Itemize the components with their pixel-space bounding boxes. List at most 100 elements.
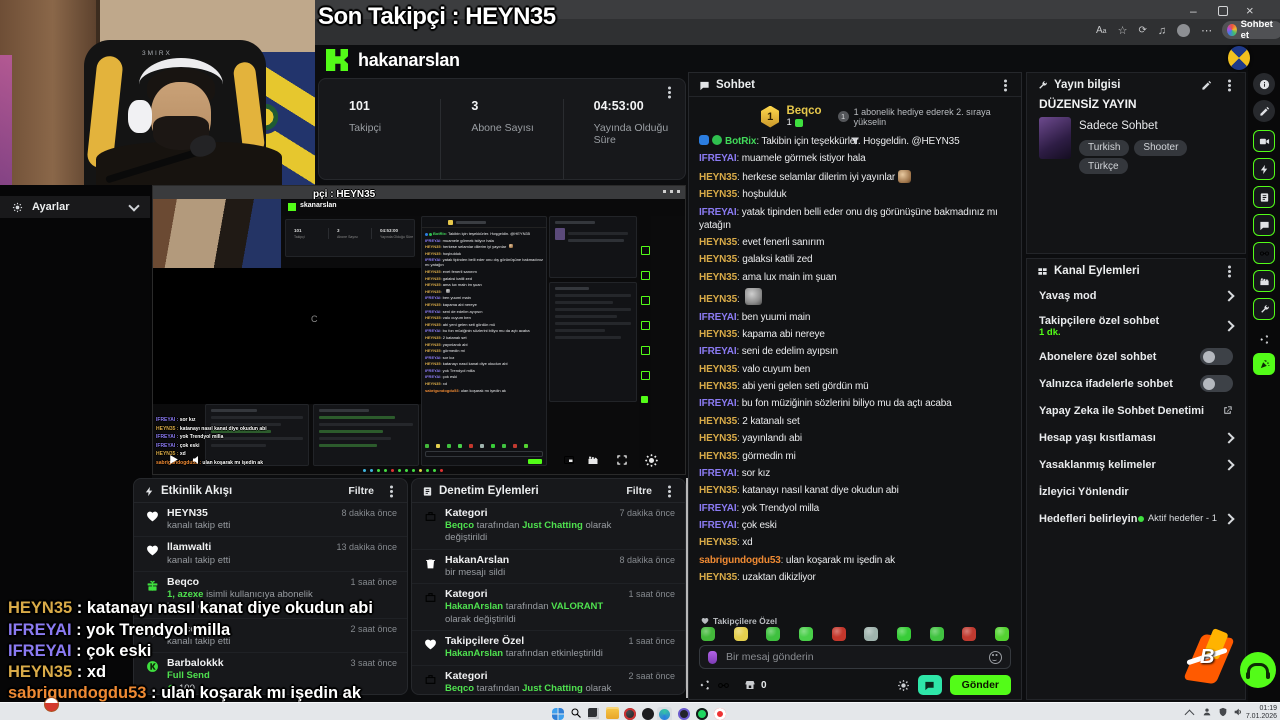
player-settings-icon[interactable]	[644, 453, 659, 468]
chat-input[interactable]: Bir mesaj gönderin	[699, 645, 1011, 669]
player-pip-icon[interactable]	[563, 454, 575, 466]
window-minimize-button[interactable]: –	[1190, 4, 1197, 18]
poll-icon[interactable]	[1253, 186, 1275, 208]
notification-badge	[44, 697, 59, 712]
player-fullscreen-icon[interactable]	[615, 453, 629, 467]
chat-username: IFREYAI	[699, 311, 737, 323]
channel-action-takip-ilere-zel-sohbet[interactable]: Takipçilere özel sohbet 1 dk.	[1027, 309, 1245, 343]
botrix-button[interactable]	[917, 675, 942, 695]
taskbar-app-dark[interactable]	[642, 708, 654, 720]
bolt-icon[interactable]	[1253, 158, 1275, 180]
chat-username: HEYN35	[699, 363, 738, 375]
stream-preview-player[interactable]: pçi : HEYN35 skanarslan 101 Takipçi 3 Abone…	[152, 185, 686, 475]
action-label: İzleyici Yönlendir	[1039, 485, 1129, 498]
taskbar-spotify[interactable]	[696, 708, 708, 720]
edit-icon[interactable]	[1253, 100, 1275, 122]
edit-stream-info-icon[interactable]	[1201, 80, 1212, 91]
moderation-menu-icon[interactable]	[668, 489, 671, 493]
cam-icon[interactable]	[1253, 130, 1275, 152]
channel-action-yaln-zca-ifadelerle-sohbet[interactable]: Yalnızca ifadelerle sohbet	[1027, 370, 1245, 397]
identity-icon[interactable]	[699, 679, 711, 691]
emote-angry-book[interactable]	[831, 627, 846, 641]
category-name[interactable]: Sadece Sohbet	[1079, 120, 1233, 132]
browser-menu-icon[interactable]: ⋯	[1201, 24, 1212, 37]
overlay-username: sabrigundogdu53	[8, 684, 152, 702]
share-icon[interactable]	[1253, 328, 1275, 350]
identity-emote-icon[interactable]	[708, 650, 717, 664]
emote-grin[interactable]	[929, 627, 944, 641]
send-button[interactable]: Gönder	[949, 675, 1011, 695]
channel-action-hesap-ya-k-s-tlamas-[interactable]: Hesap yaşı kısıtlaması	[1027, 424, 1245, 451]
taskbar-file-explorer[interactable]	[606, 709, 619, 719]
channel-action-i-zleyici-y-nlendir[interactable]: İzleyici Yönlendir	[1027, 478, 1245, 505]
store-icon[interactable]	[744, 679, 756, 691]
overlay-username: IFREYAI	[8, 642, 77, 660]
chat-menu-icon[interactable]	[1004, 83, 1007, 87]
emote-ghost[interactable]	[864, 627, 879, 641]
emote-slime[interactable]	[766, 627, 781, 641]
settings-row[interactable]: Ayarlar	[0, 196, 150, 218]
emote-wink[interactable]	[994, 627, 1009, 641]
tray-clock[interactable]: 01:19 7.01.2026	[1246, 705, 1277, 720]
toggle-off[interactable]	[1200, 348, 1233, 365]
chat-message: IFREYAI: ben yuumi main	[699, 311, 1011, 324]
tray-chevron-up-icon[interactable]	[1184, 709, 1195, 720]
info-icon[interactable]	[1253, 73, 1275, 95]
font-size-icon[interactable]: Aa	[1096, 25, 1107, 36]
tray-volume-icon[interactable]	[1233, 707, 1243, 717]
taskbar-task-view[interactable]	[588, 708, 599, 719]
window-restore-button[interactable]	[1218, 6, 1228, 16]
channel-action-yava-mod[interactable]: Yavaş mod	[1027, 282, 1245, 309]
taskbar-search[interactable]	[570, 707, 582, 719]
channel-action-hedefleri-belirleyin[interactable]: Hedefleri belirleyin Aktif hedefler - 1	[1027, 505, 1245, 532]
emote-snail[interactable]	[701, 627, 715, 641]
window-close-button[interactable]: ×	[1246, 3, 1254, 18]
taskbar-opera-gx[interactable]	[624, 708, 636, 720]
chat-message: IFREYAI: seni de edelim ayıpsın	[425, 309, 543, 314]
taskbar-discord[interactable]	[678, 708, 690, 720]
player-play-button[interactable]	[167, 453, 180, 466]
emote-banana[interactable]	[733, 627, 748, 641]
channel-actions-menu-icon[interactable]	[1228, 269, 1231, 273]
media-icon[interactable]: ♫	[1158, 25, 1166, 37]
player-volume-icon[interactable]	[191, 454, 203, 466]
wrench-icon[interactable]	[1253, 298, 1275, 320]
emote-halo[interactable]	[798, 627, 813, 641]
taskbar-windows[interactable]	[552, 708, 564, 720]
progress-dot	[433, 469, 436, 472]
moderation-filter-button[interactable]: Filtre	[626, 485, 652, 497]
clip-icon[interactable]	[1253, 270, 1275, 292]
emoji-picker-icon[interactable]	[989, 650, 1002, 664]
activity-menu-icon[interactable]	[390, 489, 393, 493]
category-thumbnail[interactable]	[1039, 117, 1071, 159]
player-progress-dots[interactable]	[363, 469, 443, 472]
favorites-star-icon[interactable]: ☆	[1118, 24, 1128, 37]
support-chat-bubble[interactable]	[1240, 652, 1276, 688]
mini-info-panel	[549, 216, 637, 278]
link-icon[interactable]	[717, 679, 730, 692]
mini-kick-header: skanarslan	[281, 199, 685, 216]
link-icon[interactable]	[1253, 242, 1275, 264]
collections-icon[interactable]: ⟳	[1138, 25, 1146, 36]
taskbar-opera[interactable]	[714, 708, 726, 720]
activity-filter-button[interactable]: Filtre	[348, 485, 374, 497]
copilot-button[interactable]: Sohbet et	[1222, 19, 1280, 41]
tray-mic-icon[interactable]	[1202, 707, 1212, 717]
channel-name[interactable]: hakanarslan	[358, 50, 460, 71]
chat-settings-gear-icon[interactable]	[897, 679, 910, 692]
stats-menu-icon[interactable]	[668, 91, 671, 94]
channel-action-yasaklanm-kelimeler[interactable]: Yasaklanmış kelimeler	[1027, 451, 1245, 478]
toggle-off[interactable]	[1200, 375, 1233, 392]
player-clip-icon[interactable]	[587, 454, 599, 466]
emote-mouth[interactable]	[962, 627, 977, 641]
browser-avatar[interactable]	[1177, 24, 1191, 37]
chat-leaderboard[interactable]: 1 Beqco 1 1 1 abonelik hediye ederek 2. …	[689, 97, 1021, 132]
celebration-icon[interactable]	[1253, 353, 1275, 375]
channel-action-abonelere-zel-sohbet[interactable]: Abonelere özel sohbet	[1027, 343, 1245, 370]
chat-icon[interactable]	[1253, 214, 1275, 236]
tray-shield-icon[interactable]	[1218, 707, 1228, 717]
channel-action-yapay-zeka-ile-sohbet-denetimi[interactable]: Yapay Zeka ile Sohbet Denetimi	[1027, 397, 1245, 424]
chat-colon: :	[440, 288, 443, 294]
stream-info-menu-icon[interactable]	[1228, 83, 1231, 87]
emote-happy[interactable]	[896, 627, 911, 641]
